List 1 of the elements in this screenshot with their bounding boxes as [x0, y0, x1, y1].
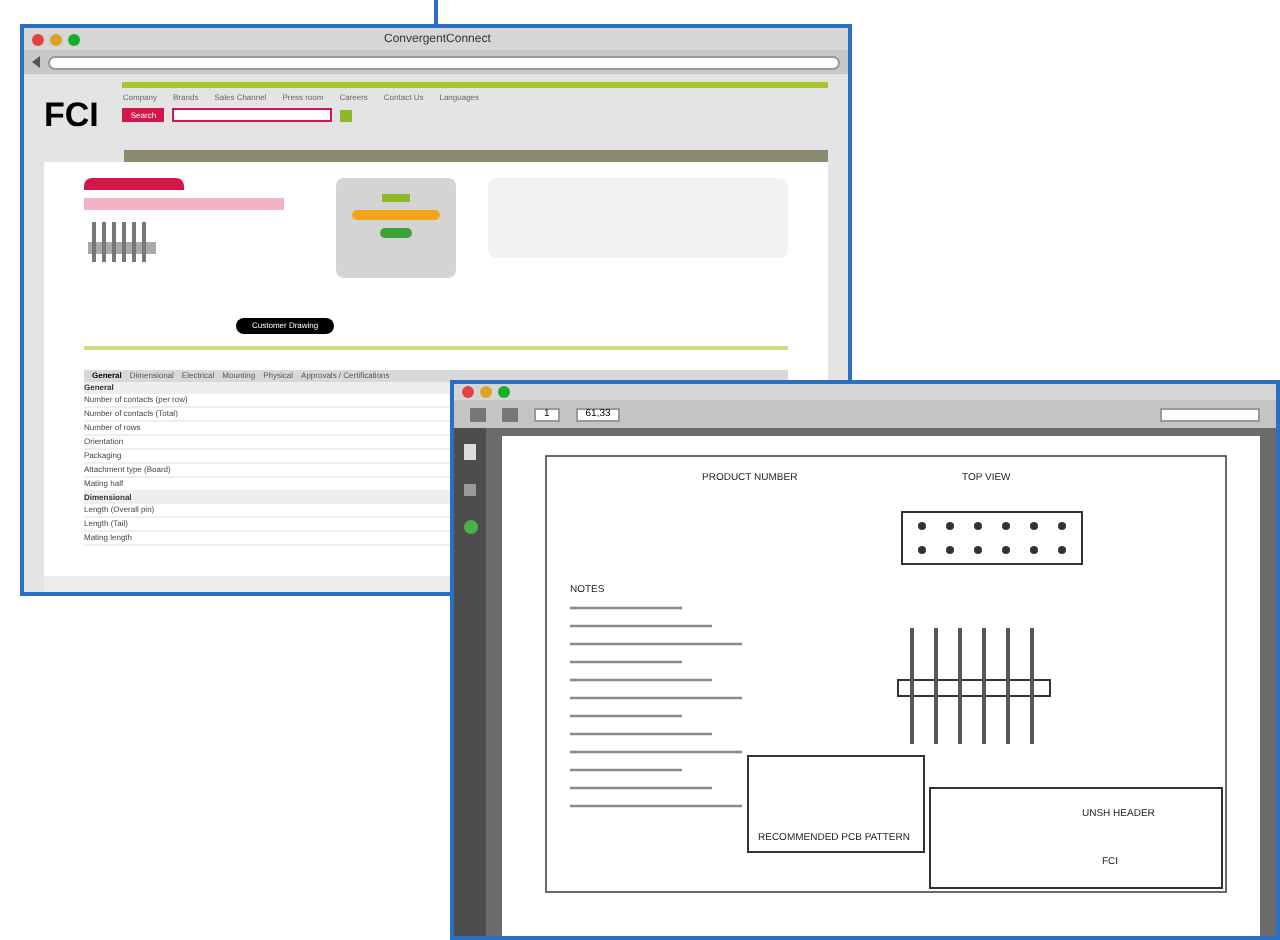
site-logo[interactable]: FCI: [44, 98, 99, 132]
